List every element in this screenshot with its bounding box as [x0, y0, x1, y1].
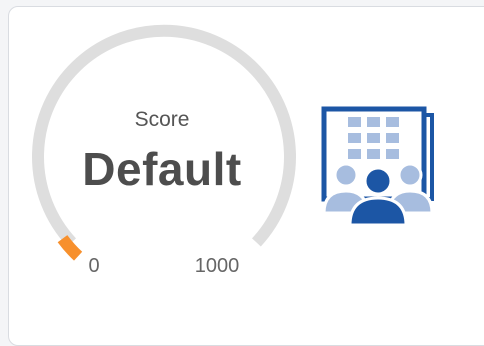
gauge-fill	[57, 235, 83, 261]
gauge-min-label: 0	[88, 255, 100, 277]
building-with-people-icon	[321, 106, 434, 227]
gauge-max-label: 1000	[194, 255, 240, 277]
gauge-track	[32, 24, 296, 247]
score-label: Score	[134, 108, 190, 131]
score-value: Default	[82, 143, 242, 195]
